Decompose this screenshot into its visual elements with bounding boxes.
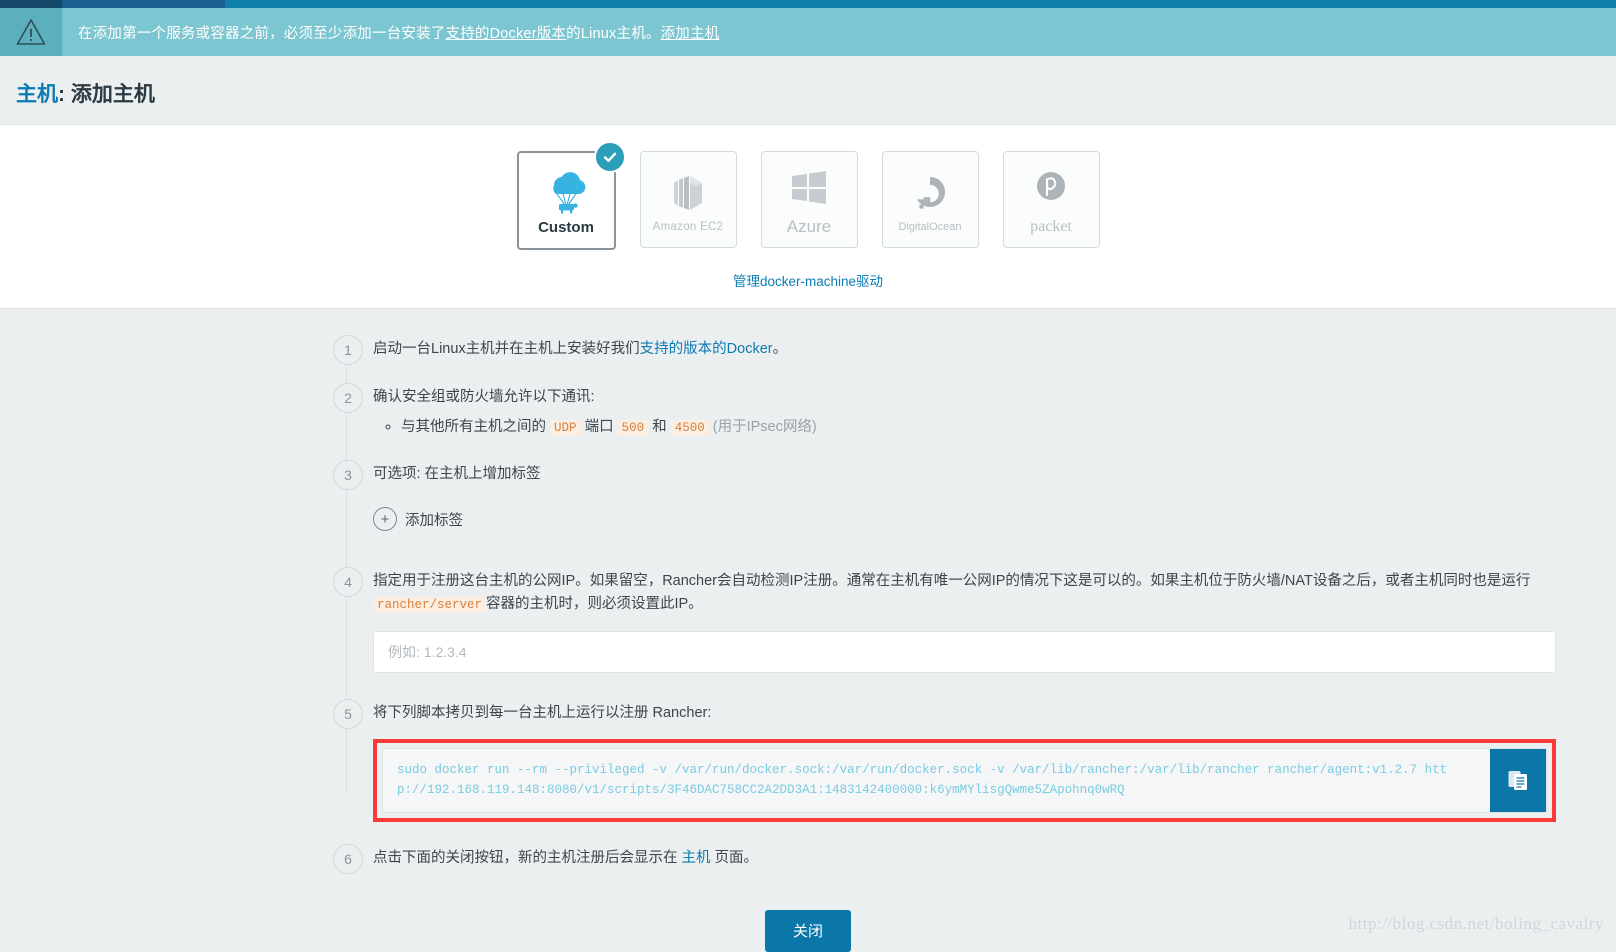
step-number: 4 (333, 567, 363, 598)
driver-card-label: Custom (538, 219, 594, 236)
digitalocean-icon (909, 167, 951, 219)
hosts-page-link[interactable]: 主机 (682, 850, 711, 866)
bullet-text-and: 和 (652, 419, 667, 436)
warning-banner: 在添加第一个服务或容器之前，必须至少添加一台安装了 支持的Docker版本 的Lin… (0, 8, 1616, 56)
add-host-link[interactable]: 添加主机 (661, 22, 720, 43)
step-2: 2 确认安全组或防火墙允许以下通讯: 与其他所有主机之间的 UDP 端口 500… (0, 383, 1616, 440)
check-icon (593, 141, 626, 173)
add-label-button[interactable]: + 添加标签 (373, 507, 463, 532)
azure-icon (786, 163, 832, 215)
driver-card-packet[interactable]: packet (1002, 151, 1100, 248)
step-4-body: 指定用于注册这台主机的公网IP。如果留空，Rancher会自动检测IP注册。通常… (373, 567, 1556, 674)
warning-triangle-icon (0, 8, 62, 56)
step-6-text-before: 点击下面的关闭按钮，新的主机注册后会显示在 (373, 849, 678, 866)
driver-card-custom[interactable]: Custom (516, 141, 626, 250)
step-6: 6 点击下面的关闭按钮，新的主机注册后会显示在 主机 页面。 (0, 843, 1616, 874)
banner-text-before: 在添加第一个服务或容器之前，必须至少添加一台安装了 (78, 25, 446, 42)
step-6-text-after: 页面。 (714, 849, 759, 866)
plus-circle-icon: + (373, 507, 397, 532)
step-number: 2 (333, 383, 363, 413)
step-6-text: 点击下面的关闭按钮，新的主机注册后会显示在 主机 页面。 (373, 847, 1556, 869)
step-number: 3 (333, 459, 363, 490)
add-label-button-text: 添加标签 (405, 512, 463, 529)
step-5: 5 将下列脚本拷贝到每一台主机上运行以注册 Rancher: sudo dock… (0, 699, 1616, 822)
bullet-text-after: (用于IPsec网络) (712, 419, 817, 436)
step-2-body: 确认安全组或防火墙允许以下通讯: 与其他所有主机之间的 UDP 端口 500 和… (373, 383, 1556, 440)
step-4-text-after: 容器的主机时，则必须设置此IP。 (486, 595, 703, 612)
driver-card-digitalocean[interactable]: DigitalOcean (881, 151, 979, 248)
step-number: 1 (333, 335, 363, 365)
breadcrumb-hosts-link[interactable]: 主机 (16, 83, 58, 106)
packet-icon (1029, 164, 1073, 216)
public-ip-input[interactable] (373, 631, 1556, 674)
driver-picker-panel: Custom Amazon EC2 Azure DigitalOcean pac… (0, 124, 1616, 309)
watermark: http://blog.csdn.net/boling_cavalry (1348, 914, 1604, 933)
step-2-text: 确认安全组或防火墙允许以下通讯: (373, 389, 595, 405)
driver-card-label: packet (1030, 217, 1072, 235)
amazon-ec2-icon (664, 167, 712, 219)
bullet-text-port: 端口 (584, 419, 614, 436)
step-2-bullets: 与其他所有主机之间的 UDP 端口 500 和 4500 (用于IPsec网络) (373, 416, 1556, 439)
page-title-wrap: 主机: 添加主机 (0, 56, 1616, 124)
registration-command-text[interactable]: sudo docker run --rm --privileged -v /va… (383, 749, 1490, 812)
driver-card-label: DigitalOcean (898, 220, 962, 233)
supported-docker-link[interactable]: 支持的版本的Docker (640, 341, 773, 357)
bullet-text-before: 与其他所有主机之间的 (401, 419, 546, 436)
driver-card-label: Amazon EC2 (652, 220, 724, 233)
step-5-text: 将下列脚本拷贝到每一台主机上运行以注册 Rancher: (373, 705, 712, 722)
code-udp: UDP (550, 420, 581, 437)
step-number: 5 (333, 699, 363, 730)
step-4-text-before: 指定用于注册这台主机的公网IP。如果留空，Rancher会自动检测IP注册。通常… (373, 573, 1531, 590)
code-port-500: 500 (617, 420, 649, 437)
driver-card-label: Azure (786, 216, 832, 236)
driver-card-amazon-ec2[interactable]: Amazon EC2 (639, 151, 737, 248)
step-3-text: 可选项: 在主机上增加标签 (373, 465, 541, 482)
step-number: 6 (333, 843, 363, 874)
driver-card-row: Custom Amazon EC2 Azure DigitalOcean pac… (0, 141, 1616, 250)
step-1: 1 启动一台Linux主机并在主机上安装好我们支持的版本的Docker。 (0, 335, 1616, 365)
navbar-segment-dark (0, 0, 62, 8)
page-title: 主机: 添加主机 (16, 78, 1616, 108)
steps-list: 1 启动一台Linux主机并在主机上安装好我们支持的版本的Docker。 2 确… (0, 309, 1616, 874)
step-3: 3 可选项: 在主机上增加标签 + 添加标签 (0, 459, 1616, 532)
manage-docker-machine-drivers-link[interactable]: 管理docker-machine驱动 (733, 274, 883, 289)
step-4: 4 指定用于注册这台主机的公网IP。如果留空，Rancher会自动检测IP注册。… (0, 567, 1616, 674)
add-host-page: 在添加第一个服务或容器之前，必须至少添加一台安装了 支持的Docker版本 的Lin… (0, 0, 1616, 952)
step-5-body: 将下列脚本拷贝到每一台主机上运行以注册 Rancher: sudo docker… (373, 699, 1556, 822)
step-3-body: 可选项: 在主机上增加标签 + 添加标签 (373, 460, 1556, 532)
navbar-segment-rest (225, 0, 1616, 8)
close-button[interactable]: 关闭 (764, 909, 851, 952)
cloud-parachute-cow-icon (541, 165, 591, 217)
step-1-text: 启动一台Linux主机并在主机上安装好我们支持的版本的Docker。 (373, 338, 1556, 360)
driver-manage-wrap: 管理docker-machine驱动 (0, 270, 1616, 290)
command-row: sudo docker run --rm --privileged -v /va… (382, 747, 1547, 813)
code-rancher-server: rancher/server (373, 596, 487, 613)
clipboard-copy-icon[interactable] (1490, 748, 1546, 812)
step-6-body: 点击下面的关闭按钮，新的主机注册后会显示在 主机 页面。 (373, 844, 1556, 870)
page-title-rest: : 添加主机 (58, 83, 155, 106)
footer-actions: 关闭 (0, 870, 1616, 952)
code-port-4500: 4500 (670, 420, 709, 437)
step-1-text-before: 启动一台Linux主机并在主机上安装好我们 (373, 341, 640, 357)
step-1-body: 启动一台Linux主机并在主机上安装好我们支持的版本的Docker。 (373, 335, 1556, 361)
navbar-segment-mid (62, 0, 225, 8)
step-2-bullet-udp: 与其他所有主机之间的 UDP 端口 500 和 4500 (用于IPsec网络) (401, 416, 1556, 439)
banner-text-middle: 的Linux主机。 (566, 25, 661, 42)
command-highlight-box: sudo docker run --rm --privileged -v /va… (373, 738, 1556, 822)
top-navbar-strip (0, 0, 1616, 8)
step-4-text: 指定用于注册这台主机的公网IP。如果留空，Rancher会自动检测IP注册。通常… (373, 570, 1556, 615)
driver-card-azure[interactable]: Azure (760, 151, 858, 248)
supported-docker-version-link[interactable]: 支持的Docker版本 (446, 22, 567, 43)
step-1-text-after: 。 (772, 341, 788, 357)
warning-banner-text: 在添加第一个服务或容器之前，必须至少添加一台安装了 支持的Docker版本 的Lin… (62, 8, 719, 56)
